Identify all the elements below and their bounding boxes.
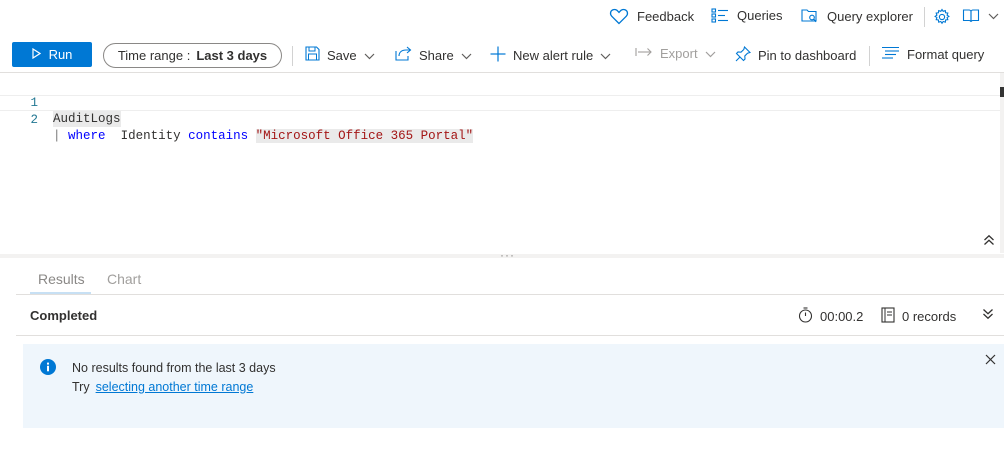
top-command-bar: Feedback Queries Query explorer — [0, 0, 1004, 34]
play-icon — [31, 47, 41, 62]
book-menu-button[interactable] — [962, 8, 999, 24]
tab-results[interactable]: Results — [38, 271, 85, 287]
chevron-down-icon — [461, 48, 472, 63]
double-chevron-down-icon — [982, 308, 994, 323]
close-icon — [985, 353, 996, 368]
queries-button[interactable]: Queries — [711, 8, 783, 23]
run-label: Run — [48, 47, 73, 62]
editor-line-current[interactable]: 2 | where Identity contains "Microsoft O… — [0, 95, 1000, 143]
share-button[interactable]: Share — [395, 46, 472, 64]
chevron-down-icon — [364, 48, 375, 63]
pipe-token: | — [53, 129, 61, 143]
chevron-down-icon — [600, 48, 611, 63]
export-label: Export — [660, 46, 698, 61]
new-alert-rule-button[interactable]: New alert rule — [490, 46, 611, 65]
select-time-range-link[interactable]: selecting another time range — [96, 380, 254, 394]
pane-splitter[interactable]: ··· — [0, 248, 1004, 262]
save-label: Save — [327, 47, 357, 63]
query-status: Completed — [30, 308, 98, 323]
query-toolbar: Run Time range : Last 3 days Save Share … — [0, 38, 1004, 72]
record-count: 0 records — [881, 307, 956, 326]
gear-icon — [933, 8, 951, 26]
save-disk-icon — [305, 46, 320, 64]
expand-results-button[interactable] — [982, 308, 994, 323]
records-icon — [881, 307, 895, 326]
plus-icon — [490, 46, 506, 65]
line-number: 2 — [30, 113, 38, 127]
try-prefix: Try — [72, 380, 90, 394]
drag-handle-icon: ··· — [500, 248, 515, 262]
feedback-button[interactable]: Feedback — [609, 8, 694, 25]
export-button[interactable]: Export — [635, 46, 716, 61]
string-literal: "Microsoft Office 365 Portal" — [255, 129, 474, 143]
settings-button[interactable] — [933, 8, 951, 26]
identity-field-token: Identity — [120, 129, 181, 143]
no-results-text: No results found from the last 3 days — [72, 361, 276, 375]
no-results-message-bar: No results found from the last 3 days Tr… — [23, 344, 1004, 428]
export-arrow-icon — [635, 46, 653, 61]
scrollbar-marker — [1000, 87, 1004, 97]
info-icon — [40, 359, 56, 378]
time-range-label: Time range : — [117, 48, 191, 63]
save-button[interactable]: Save — [305, 46, 375, 64]
time-range-value: Last 3 days — [196, 48, 268, 63]
query-explorer-button[interactable]: Query explorer — [801, 8, 913, 24]
double-chevron-up-icon — [983, 234, 995, 249]
topbar-divider — [924, 7, 925, 27]
collapse-editor-button[interactable] — [983, 234, 995, 249]
where-keyword: where — [68, 129, 106, 143]
format-query-button[interactable]: Format query — [881, 46, 984, 62]
format-lines-icon — [881, 46, 900, 62]
line-code: | where Identity contains "Microsoft Off… — [53, 128, 474, 144]
editor-scrollbar[interactable] — [1000, 73, 1004, 253]
pin-icon — [735, 45, 752, 65]
share-label: Share — [419, 47, 454, 63]
run-button[interactable]: Run — [12, 42, 92, 67]
dismiss-message-button[interactable] — [985, 353, 996, 368]
book-icon — [962, 8, 980, 24]
editor-line[interactable]: 1 AuditLogs — [0, 79, 1000, 127]
feedback-label: Feedback — [637, 9, 695, 24]
pin-to-dashboard-button[interactable]: Pin to dashboard — [735, 45, 857, 65]
format-query-label: Format query — [907, 46, 985, 62]
pin-to-dashboard-label: Pin to dashboard — [758, 48, 857, 63]
record-count-value: 0 records — [902, 309, 957, 324]
duration-value: 00:00.2 — [820, 309, 864, 324]
heart-icon — [609, 8, 629, 25]
queries-label: Queries — [737, 8, 783, 23]
new-alert-rule-label: New alert rule — [513, 48, 594, 63]
chevron-down-icon — [705, 46, 716, 61]
table-name-token: AuditLogs — [53, 111, 121, 127]
queries-list-icon — [711, 8, 729, 23]
toolbar-divider — [292, 46, 293, 66]
stopwatch-icon — [798, 307, 813, 326]
contains-keyword: contains — [188, 129, 249, 143]
query-duration: 00:00.2 — [798, 307, 863, 326]
chevron-down-icon — [988, 13, 999, 20]
time-range-picker[interactable]: Time range : Last 3 days — [103, 43, 282, 68]
toolbar-divider — [869, 46, 870, 66]
results-status-bar: Completed 00:00.2 0 records — [16, 296, 1004, 336]
share-icon — [395, 46, 412, 64]
query-explorer-icon — [801, 8, 819, 24]
query-explorer-label: Query explorer — [827, 8, 913, 24]
active-tab-indicator — [30, 292, 91, 294]
result-tabs: Results Chart — [16, 263, 1004, 295]
try-suggestion: Try selecting another time range — [72, 380, 253, 394]
tab-chart[interactable]: Chart — [107, 271, 141, 287]
query-editor[interactable]: 1 AuditLogs 2 | where Identity contains … — [0, 72, 1004, 254]
